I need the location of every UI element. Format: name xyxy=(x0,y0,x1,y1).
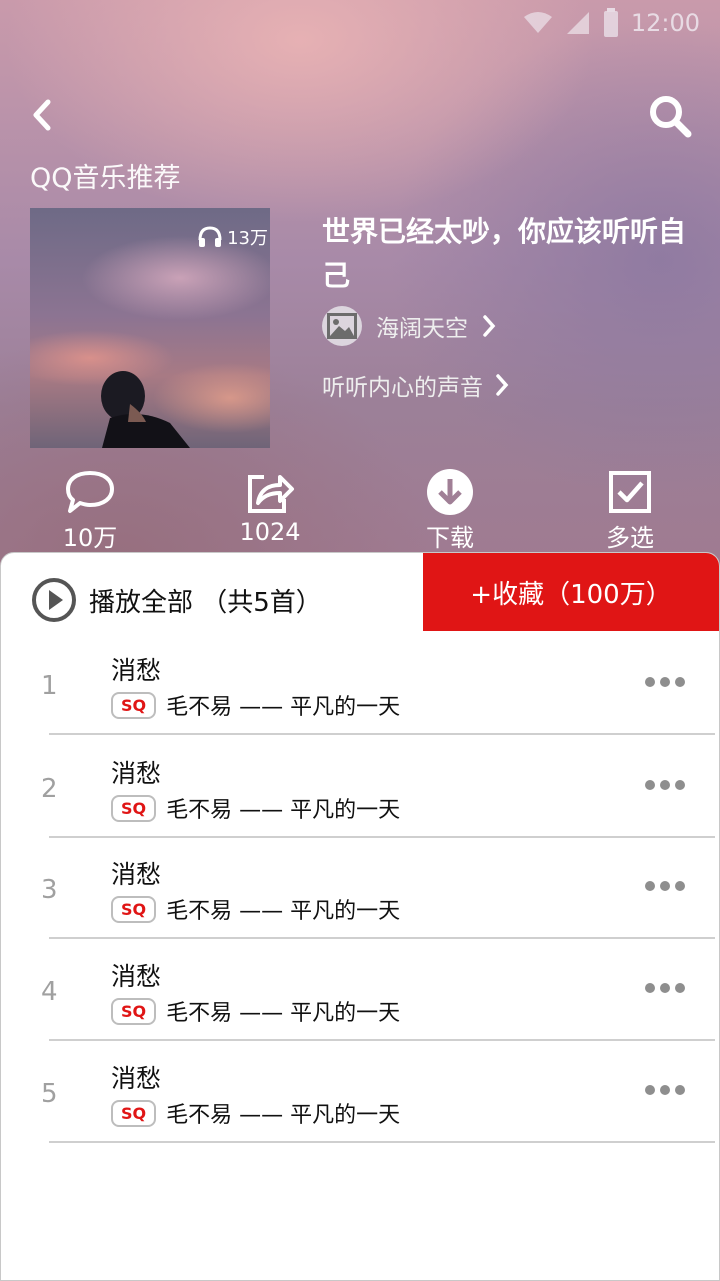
sq-quality-badge: SQ xyxy=(111,997,157,1025)
download-label: 下载 xyxy=(426,524,474,552)
more-dots-icon xyxy=(645,983,655,993)
song-title: 消愁 xyxy=(111,656,162,685)
share-count: 1024 xyxy=(239,518,301,546)
song-index: 1 xyxy=(41,671,58,701)
play-count-value: 13万 xyxy=(227,228,268,249)
sq-quality-badge: SQ xyxy=(111,691,157,719)
song-artist-album: 毛不易 —— 平凡的一天 xyxy=(166,1001,401,1026)
sq-quality-badge: SQ xyxy=(111,794,157,822)
back-button[interactable] xyxy=(28,96,58,136)
song-meta: SQ 毛不易 —— 平凡的一天 xyxy=(111,893,400,925)
song-meta: SQ 毛不易 —— 平凡的一天 xyxy=(111,995,400,1027)
song-artist-album: 毛不易 —— 平凡的一天 xyxy=(166,899,401,924)
action-bar: 10万 1024 下载 多选 xyxy=(0,466,720,553)
song-list-panel: 播放全部 （共5首） +收藏（100万） 1 消愁 SQ 毛不易 —— 平凡的一天 2 消… xyxy=(0,552,720,1281)
song-row[interactable]: 4 消愁 SQ 毛不易 —— 平凡的一天 xyxy=(41,939,715,1041)
wifi-icon xyxy=(523,12,552,33)
song-title: 消愁 xyxy=(111,962,162,991)
play-circle-icon xyxy=(32,578,76,622)
description-link[interactable]: 听听内心的声音 xyxy=(322,368,509,402)
chevron-right-icon xyxy=(483,315,496,337)
more-dots-icon xyxy=(645,677,655,687)
search-button[interactable] xyxy=(648,94,692,138)
song-row[interactable]: 2 消愁 SQ 毛不易 —— 平凡的一天 xyxy=(41,736,715,838)
song-index: 4 xyxy=(41,977,58,1007)
more-dots-icon xyxy=(645,780,655,790)
play-all-button[interactable]: 播放全部 （共5首） xyxy=(31,577,322,623)
chevron-right-icon xyxy=(496,374,509,396)
song-meta: SQ 毛不易 —— 平凡的一天 xyxy=(111,792,400,824)
description-text: 听听内心的声音 xyxy=(322,375,483,401)
sq-quality-badge: SQ xyxy=(111,1099,157,1127)
comment-icon xyxy=(66,471,114,513)
author-link[interactable]: 海阔天空 xyxy=(322,306,496,346)
chevron-left-icon xyxy=(33,99,51,131)
song-title: 消愁 xyxy=(111,759,162,788)
play-all-label: 播放全部 （共5首） xyxy=(89,587,322,618)
sq-quality-badge: SQ xyxy=(111,895,157,923)
status-time: 12:00 xyxy=(630,9,700,37)
song-artist-album: 毛不易 —— 平凡的一天 xyxy=(166,798,401,823)
download-button[interactable]: 下载 xyxy=(390,466,510,553)
comment-count: 10万 xyxy=(62,524,118,552)
multi-select-label: 多选 xyxy=(606,524,654,552)
song-meta: SQ 毛不易 —— 平凡的一天 xyxy=(111,689,400,721)
song-meta: SQ 毛不易 —— 平凡的一天 xyxy=(111,1097,400,1129)
song-index: 5 xyxy=(41,1079,58,1109)
song-artist-album: 毛不易 —— 平凡的一天 xyxy=(166,695,401,720)
song-index: 2 xyxy=(41,774,58,804)
share-button[interactable]: 1024 xyxy=(210,466,330,546)
multi-select-icon xyxy=(609,471,651,513)
song-row[interactable]: 1 消愁 SQ 毛不易 —— 平凡的一天 xyxy=(41,633,715,735)
more-options-button[interactable] xyxy=(645,983,685,993)
album-title: 世界已经太吵，你应该听听自己 xyxy=(322,215,687,292)
headphones-icon xyxy=(198,226,222,247)
battery-icon xyxy=(603,8,618,37)
author-name: 海阔天空 xyxy=(376,316,468,342)
song-row[interactable]: 5 消愁 SQ 毛不易 —— 平凡的一天 xyxy=(41,1041,715,1143)
more-dots-icon xyxy=(645,1085,655,1095)
more-options-button[interactable] xyxy=(645,881,685,891)
song-artist-album: 毛不易 —— 平凡的一天 xyxy=(166,1103,401,1128)
author-avatar xyxy=(322,306,362,346)
signal-icon xyxy=(566,12,589,34)
download-icon xyxy=(427,469,473,515)
more-dots-icon xyxy=(645,881,655,891)
image-placeholder-icon xyxy=(327,313,357,339)
play-count: 13万 xyxy=(197,224,268,250)
share-icon xyxy=(248,475,294,513)
album-cover[interactable]: 13万 xyxy=(30,208,270,448)
collect-button[interactable]: +收藏（100万） xyxy=(423,553,719,631)
more-options-button[interactable] xyxy=(645,1085,685,1095)
search-icon xyxy=(650,96,692,138)
song-index: 3 xyxy=(41,875,58,905)
section-title: QQ音乐推荐 xyxy=(30,163,181,194)
multi-select-button[interactable]: 多选 xyxy=(570,466,690,553)
more-options-button[interactable] xyxy=(645,677,685,687)
song-title: 消愁 xyxy=(111,860,162,889)
song-row[interactable]: 3 消愁 SQ 毛不易 —— 平凡的一天 xyxy=(41,837,715,939)
song-title: 消愁 xyxy=(111,1064,162,1093)
comment-button[interactable]: 10万 xyxy=(30,466,150,553)
status-bar: 12:00 xyxy=(0,0,720,46)
more-options-button[interactable] xyxy=(645,780,685,790)
